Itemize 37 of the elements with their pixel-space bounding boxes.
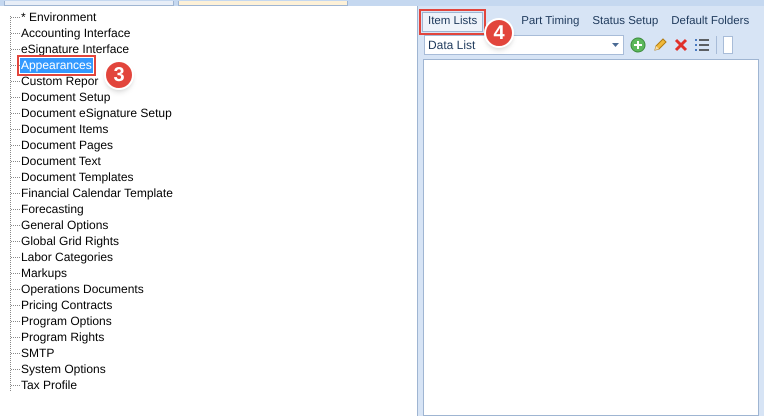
tree-item[interactable]: Program Rights: [20, 330, 106, 344]
tree-item[interactable]: Tax Profile: [20, 378, 78, 392]
document-tab[interactable]: [178, 1, 348, 6]
tree-item[interactable]: Global Grid Rights: [20, 234, 120, 248]
dropdown-arrow-icon: [612, 43, 619, 47]
tree-item[interactable]: SMTP: [20, 346, 56, 360]
document-tab[interactable]: [4, 1, 174, 6]
toolbar-button[interactable]: [723, 36, 733, 54]
tree-item[interactable]: Document Setup: [20, 90, 112, 104]
callout-badge: 3: [104, 60, 134, 90]
tree-item[interactable]: * Environment: [20, 10, 98, 24]
tab[interactable]: Status Setup: [587, 12, 664, 32]
tree-item[interactable]: eSignature Interface: [20, 42, 130, 56]
dropdown-value: Data List: [428, 37, 476, 54]
tab[interactable]: Part Timing: [516, 12, 584, 32]
tree-item[interactable]: Operations Documents: [20, 282, 145, 296]
close-icon[interactable]: [674, 38, 688, 52]
tree-item[interactable]: Markups: [20, 266, 68, 280]
tree-item[interactable]: Document Items: [20, 122, 110, 136]
tree-item[interactable]: Financial Calendar Template: [20, 186, 174, 200]
tab[interactable]: Item Lists: [422, 12, 484, 32]
pencil-icon[interactable]: [652, 37, 668, 53]
tree-item[interactable]: Custom Repor: [20, 74, 100, 88]
tree-item[interactable]: Document Pages: [20, 138, 114, 152]
tree-item[interactable]: General Options: [20, 218, 110, 232]
tab[interactable]: Default Folders: [666, 12, 754, 32]
tree-item[interactable]: System Options: [20, 362, 107, 376]
add-icon[interactable]: [630, 37, 646, 53]
tree-item[interactable]: Labor Categories: [20, 250, 114, 264]
tree-item[interactable]: Document Templates: [20, 170, 134, 184]
tree-item[interactable]: Pricing Contracts: [20, 298, 114, 312]
tree-item[interactable]: Forecasting: [20, 202, 85, 216]
tree-item[interactable]: Program Options: [20, 314, 113, 328]
tree-item[interactable]: Document eSignature Setup: [20, 106, 173, 120]
tree-item[interactable]: Accounting Interface: [20, 26, 132, 40]
list-icon[interactable]: [694, 38, 710, 52]
tree-item[interactable]: Document Text: [20, 154, 102, 168]
